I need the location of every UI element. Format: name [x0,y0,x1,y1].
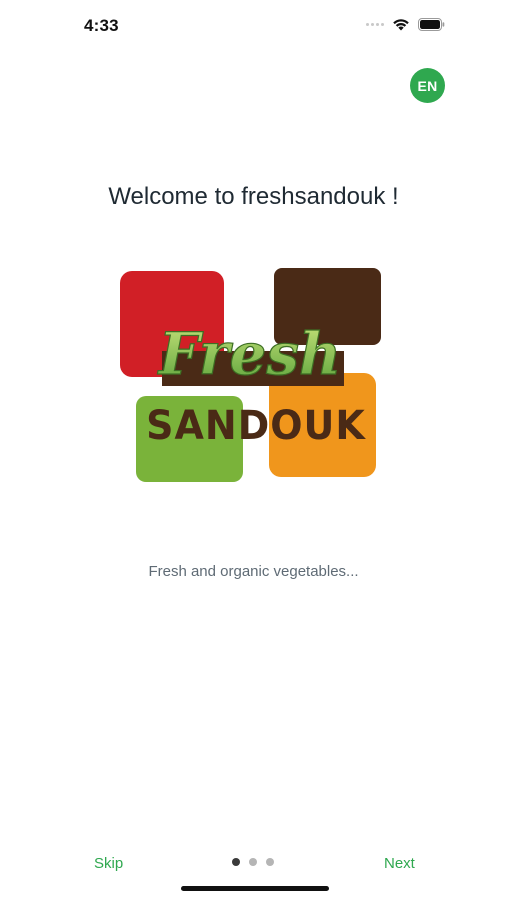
page-dot-2[interactable] [249,858,257,866]
logo-word-fresh: Fresh [157,320,341,388]
status-bar: 4:33 [0,0,507,50]
fresh-sandouk-logo: Fresh SANDOUK [117,266,383,484]
battery-icon [418,18,445,31]
cellular-signal-icon [366,23,384,26]
status-time: 4:33 [84,16,119,35]
skip-button[interactable]: Skip [94,855,123,872]
home-indicator[interactable] [181,886,329,891]
page-dot-1[interactable] [232,858,240,866]
language-switch-button[interactable]: EN [410,68,445,103]
page-indicator [232,858,274,866]
slide-tagline: Fresh and organic vegetables... [148,563,359,580]
wifi-icon [392,18,410,31]
page-dot-3[interactable] [266,858,274,866]
status-icons [366,18,445,31]
welcome-title: Welcome to freshsandouk ! [108,183,399,210]
language-code: EN [417,77,438,94]
logo-word-sandouk: SANDOUK [146,403,366,449]
next-button[interactable]: Next [384,855,415,872]
